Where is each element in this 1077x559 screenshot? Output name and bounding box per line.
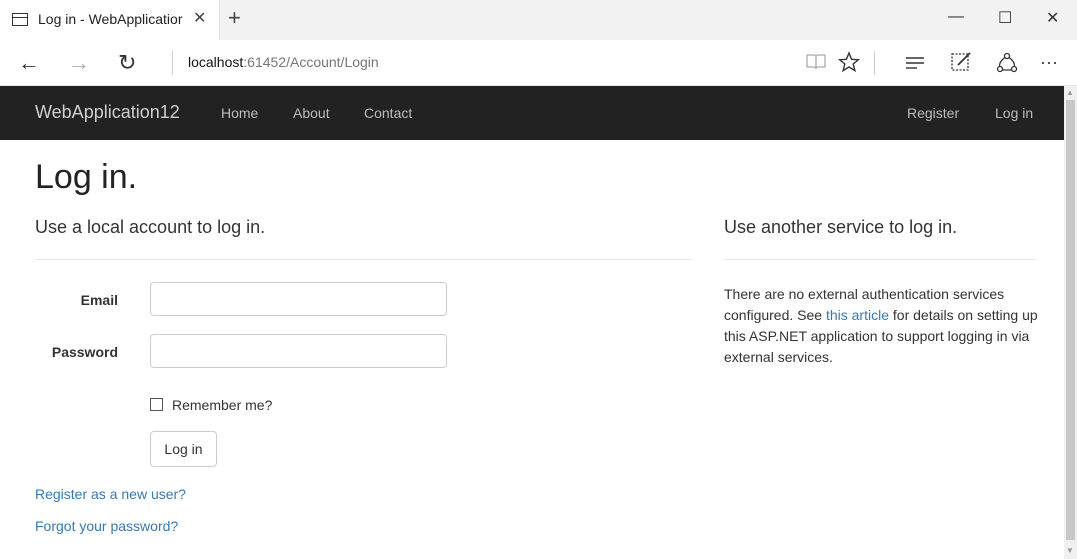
new-tab-icon[interactable]: + xyxy=(228,5,241,31)
address-bar: ← → ↻ localhost:61452/Account/Login ··· xyxy=(0,40,1077,86)
separator xyxy=(172,51,173,75)
page-title: Log in. xyxy=(35,158,138,196)
reading-view-icon[interactable] xyxy=(806,53,826,77)
refresh-icon[interactable]: ↻ xyxy=(118,50,136,76)
hub-icon[interactable] xyxy=(905,54,925,77)
brand-link[interactable]: WebApplication12 xyxy=(35,102,180,123)
nav-about[interactable]: About xyxy=(293,105,330,121)
this-article-link[interactable]: this article xyxy=(826,307,889,323)
login-button[interactable]: Log in xyxy=(150,431,217,467)
url-field[interactable]: localhost:61452/Account/Login xyxy=(188,54,379,70)
email-field[interactable] xyxy=(150,282,447,316)
forward-icon[interactable]: → xyxy=(68,50,90,76)
minimize-icon[interactable]: — xyxy=(948,8,964,26)
back-icon[interactable]: ← xyxy=(18,50,40,76)
divider xyxy=(724,259,1036,260)
nav-login[interactable]: Log in xyxy=(995,105,1033,121)
web-note-icon[interactable] xyxy=(950,51,972,79)
scroll-up-icon[interactable]: ▲ xyxy=(1066,88,1074,97)
url-host: localhost xyxy=(188,54,244,70)
scroll-thumb[interactable] xyxy=(1066,100,1075,540)
nav-register[interactable]: Register xyxy=(907,105,959,121)
forgot-password-link[interactable]: Forgot your password? xyxy=(35,518,178,534)
browser-tab[interactable]: Log in - WebApplicatior ✕ xyxy=(0,0,220,40)
password-field[interactable] xyxy=(150,334,447,368)
remember-me-checkbox[interactable] xyxy=(150,398,163,411)
divider xyxy=(35,259,692,260)
scroll-down-icon[interactable]: ▼ xyxy=(1066,546,1074,555)
external-service-heading: Use another service to log in. xyxy=(724,217,958,237)
site-navbar: WebApplication12 Home About Contact Regi… xyxy=(0,86,1064,140)
favorite-star-icon[interactable] xyxy=(837,51,861,79)
main-content: Log in. Use a local account to log in. E… xyxy=(0,140,1064,559)
browser-title-bar: Log in - WebApplicatior ✕ + — ☐ ✕ xyxy=(0,0,1077,40)
remember-me-label[interactable]: Remember me? xyxy=(172,397,272,413)
tab-close-icon[interactable]: ✕ xyxy=(193,8,206,28)
url-path: :61452/Account/Login xyxy=(243,54,379,70)
share-icon[interactable] xyxy=(996,52,1018,80)
separator xyxy=(874,51,875,75)
nav-home[interactable]: Home xyxy=(221,105,258,121)
local-account-heading: Use a local account to log in. xyxy=(35,217,266,237)
nav-contact[interactable]: Contact xyxy=(364,105,412,121)
register-link[interactable]: Register as a new user? xyxy=(35,486,186,502)
more-icon[interactable]: ··· xyxy=(1040,52,1058,73)
password-label: Password xyxy=(51,344,118,360)
page-scrollbar[interactable]: ▲ ▼ xyxy=(1064,86,1077,559)
tab-title: Log in - WebApplicatior xyxy=(38,11,183,27)
tab-page-icon xyxy=(12,13,28,26)
close-window-icon[interactable]: ✕ xyxy=(1046,8,1059,28)
email-label: Email xyxy=(80,292,118,308)
maximize-icon[interactable]: ☐ xyxy=(998,8,1012,28)
external-services-text: There are no external authentication ser… xyxy=(724,284,1039,368)
